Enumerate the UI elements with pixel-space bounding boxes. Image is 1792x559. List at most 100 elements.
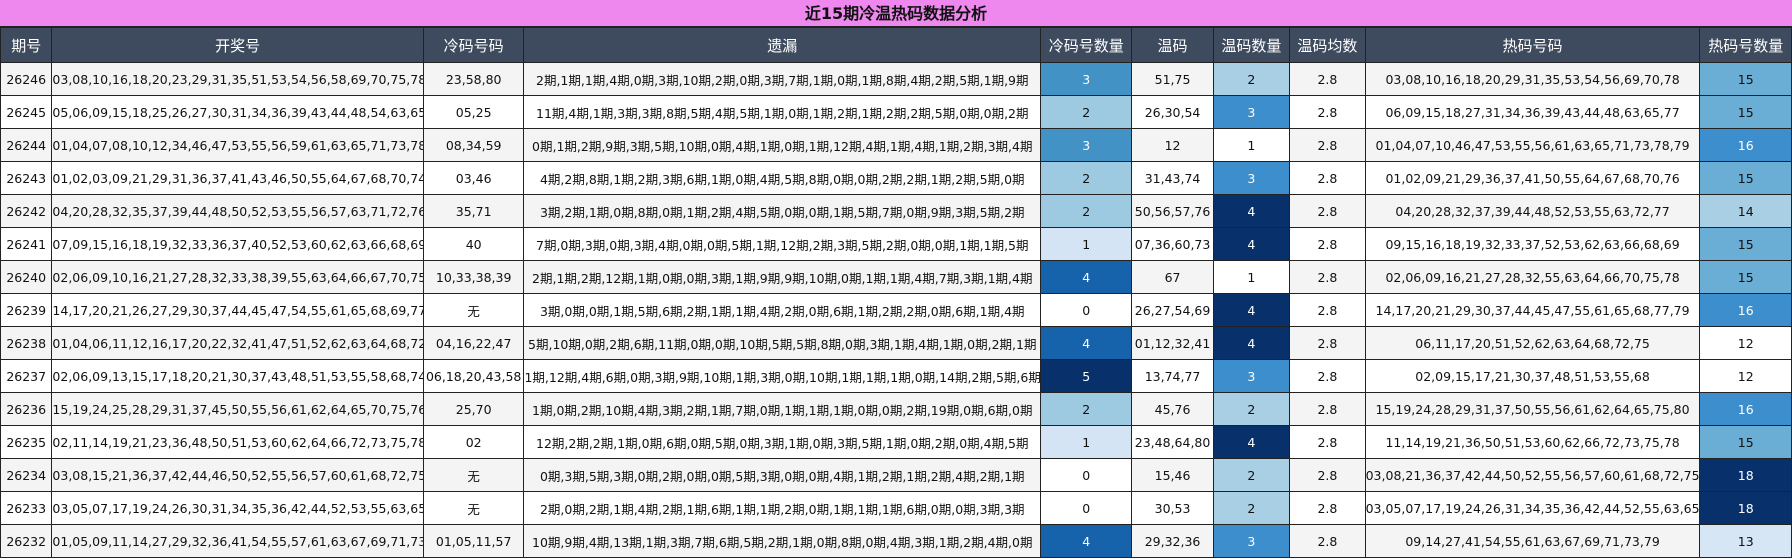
- cell-cold: 10,33,38,39: [422, 260, 525, 294]
- cell-hot: 09,15,16,18,19,32,33,37,52,53,62,63,66,6…: [1364, 227, 1701, 261]
- cell-hot: 03,05,07,17,19,24,26,31,34,35,36,42,44,5…: [1364, 491, 1701, 525]
- cell-miss: 7期,0期,3期,0期,3期,4期,0期,0期,5期,1期,12期,2期,3期,…: [523, 227, 1042, 261]
- cell-cold: 无: [422, 293, 525, 327]
- cell-hot-count: 18: [1699, 491, 1792, 525]
- cell-warm: 50,56,57,76: [1131, 194, 1214, 228]
- cell-warm-avg: 2.8: [1289, 425, 1366, 459]
- cell-warm-avg: 2.8: [1289, 491, 1366, 525]
- cell-miss: 5期,10期,0期,2期,6期,11期,0期,0期,10期,5期,5期,8期,0…: [523, 326, 1042, 360]
- analysis-table: 期号 开奖号 冷码号码 遗漏 冷码号数量 温码 温码数量 温码均数 热码号码 热…: [0, 27, 1792, 558]
- table-row: 26239 14,17,20,21,26,27,29,30,37,44,45,47…: [0, 293, 1792, 327]
- cell-cold: 40: [422, 227, 525, 261]
- cell-warm-avg: 2.8: [1289, 95, 1366, 129]
- cell-cold: 08,34,59: [422, 128, 525, 162]
- cell-cold-count: 5: [1040, 359, 1133, 393]
- cell-period: 26233: [0, 491, 53, 525]
- table-row: 26241 07,09,15,16,18,19,32,33,36,37,40,52…: [0, 227, 1792, 261]
- cell-miss: 12期,2期,2期,1期,0期,6期,0期,5期,0期,3期,1期,0期,3期,…: [523, 425, 1042, 459]
- cell-cold-count: 3: [1040, 62, 1133, 96]
- cell-warm-avg: 2.8: [1289, 458, 1366, 492]
- cell-miss: 10期,9期,4期,13期,1期,3期,7期,6期,5期,2期,1期,0期,8期…: [523, 524, 1042, 558]
- cell-draw: 07,09,15,16,18,19,32,33,36,37,40,52,53,6…: [51, 227, 424, 261]
- cell-warm-avg: 2.8: [1289, 293, 1366, 327]
- cell-draw: 04,20,28,32,35,37,39,44,48,50,52,53,55,5…: [51, 194, 424, 228]
- cell-period: 26238: [0, 326, 53, 360]
- cell-cold-count: 4: [1040, 326, 1133, 360]
- cell-period: 26239: [0, 293, 53, 327]
- cell-hot: 02,06,09,16,21,27,28,32,55,63,64,66,70,7…: [1364, 260, 1701, 294]
- cell-cold-count: 0: [1040, 458, 1133, 492]
- cell-warm-avg: 2.8: [1289, 227, 1366, 261]
- cell-cold: 23,58,80: [422, 62, 525, 96]
- cell-period: 26236: [0, 392, 53, 426]
- cell-warm-count: 4: [1212, 425, 1291, 459]
- cell-draw: 01,02,03,09,21,29,31,36,37,41,43,46,50,5…: [51, 161, 424, 195]
- table-row: 26233 03,05,07,17,19,24,26,30,31,34,35,36…: [0, 491, 1792, 525]
- table-title: 近15期冷温热码数据分析: [0, 0, 1792, 27]
- cell-hot: 04,20,28,32,37,39,44,48,52,53,55,63,72,7…: [1364, 194, 1701, 228]
- table-row: 26236 15,19,24,25,28,29,31,37,45,50,55,56…: [0, 392, 1792, 426]
- cell-draw: 05,06,09,15,18,25,26,27,30,31,34,36,39,4…: [51, 95, 424, 129]
- cell-hot-count: 15: [1699, 62, 1792, 96]
- cell-hot-count: 12: [1699, 359, 1792, 393]
- cell-warm-avg: 2.8: [1289, 392, 1366, 426]
- cell-cold: 35,71: [422, 194, 525, 228]
- cell-warm-count: 3: [1212, 161, 1291, 195]
- cell-cold: 05,25: [422, 95, 525, 129]
- cell-miss: 0期,1期,2期,9期,3期,5期,10期,0期,4期,1期,0期,1期,12期…: [523, 128, 1042, 162]
- table-row: 26237 02,06,09,13,15,17,18,20,21,30,37,43…: [0, 359, 1792, 393]
- cell-warm-count: 2: [1212, 62, 1291, 96]
- cell-warm-avg: 2.8: [1289, 359, 1366, 393]
- cell-warm-avg: 2.8: [1289, 194, 1366, 228]
- cell-draw: 01,05,09,11,14,27,29,32,36,41,54,55,57,6…: [51, 524, 424, 558]
- cell-warm-count: 4: [1212, 293, 1291, 327]
- table-row: 26238 01,04,06,11,12,16,17,20,22,32,41,47…: [0, 326, 1792, 360]
- table-row: 26232 01,05,09,11,14,27,29,32,36,41,54,55…: [0, 524, 1792, 558]
- cell-warm-count: 3: [1212, 95, 1291, 129]
- header-period: 期号: [0, 27, 53, 63]
- cell-warm-avg: 2.8: [1289, 62, 1366, 96]
- cell-hot: 03,08,21,36,37,42,44,50,52,55,56,57,60,6…: [1364, 458, 1701, 492]
- cell-hot: 06,11,17,20,51,52,62,63,64,68,72,75: [1364, 326, 1701, 360]
- cell-period: 26246: [0, 62, 53, 96]
- cell-hot: 01,04,07,10,46,47,53,55,56,61,63,65,71,7…: [1364, 128, 1701, 162]
- cell-miss: 3期,2期,1期,0期,8期,0期,1期,2期,4期,5期,0期,0期,1期,5…: [523, 194, 1042, 228]
- cell-hot: 03,08,10,16,18,20,29,31,35,53,54,56,69,7…: [1364, 62, 1701, 96]
- cell-draw: 14,17,20,21,26,27,29,30,37,44,45,47,54,5…: [51, 293, 424, 327]
- cell-hot: 02,09,15,17,21,30,37,48,51,53,55,68: [1364, 359, 1701, 393]
- cell-cold-count: 2: [1040, 194, 1133, 228]
- cell-miss: 11期,4期,1期,3期,3期,8期,5期,4期,5期,1期,0期,1期,2期,…: [523, 95, 1042, 129]
- cell-warm: 51,75: [1131, 62, 1214, 96]
- table-row: 26246 03,08,10,16,18,20,23,29,31,35,51,53…: [0, 62, 1792, 96]
- cell-period: 26244: [0, 128, 53, 162]
- cell-warm-count: 1: [1212, 260, 1291, 294]
- cell-period: 26237: [0, 359, 53, 393]
- cell-warm-count: 2: [1212, 458, 1291, 492]
- cell-cold: 04,16,22,47: [422, 326, 525, 360]
- cell-hot: 14,17,20,21,29,30,37,44,45,47,55,61,65,6…: [1364, 293, 1701, 327]
- cell-hot-count: 15: [1699, 227, 1792, 261]
- cell-warm-count: 3: [1212, 524, 1291, 558]
- cell-hot: 09,14,27,41,54,55,61,63,67,69,71,73,79: [1364, 524, 1701, 558]
- header-row: 期号 开奖号 冷码号码 遗漏 冷码号数量 温码 温码数量 温码均数 热码号码 热…: [0, 27, 1792, 63]
- cell-hot-count: 12: [1699, 326, 1792, 360]
- cell-draw: 03,08,15,21,36,37,42,44,46,50,52,55,56,5…: [51, 458, 424, 492]
- cell-hot-count: 18: [1699, 458, 1792, 492]
- cell-cold-count: 4: [1040, 260, 1133, 294]
- cell-miss: 2期,0期,2期,1期,4期,2期,1期,6期,1期,1期,2期,0期,1期,1…: [523, 491, 1042, 525]
- cell-period: 26243: [0, 161, 53, 195]
- cell-hot-count: 13: [1699, 524, 1792, 558]
- cell-warm: 26,27,54,69: [1131, 293, 1214, 327]
- cell-draw: 03,08,10,16,18,20,23,29,31,35,51,53,54,5…: [51, 62, 424, 96]
- cell-cold: 25,70: [422, 392, 525, 426]
- cell-warm-count: 4: [1212, 227, 1291, 261]
- cell-hot: 01,02,09,21,29,36,37,41,50,55,64,67,68,7…: [1364, 161, 1701, 195]
- cell-warm: 13,74,77: [1131, 359, 1214, 393]
- table-row: 26242 04,20,28,32,35,37,39,44,48,50,52,53…: [0, 194, 1792, 228]
- cell-warm-count: 4: [1212, 326, 1291, 360]
- cell-cold-count: 0: [1040, 293, 1133, 327]
- cell-draw: 02,06,09,13,15,17,18,20,21,30,37,43,48,5…: [51, 359, 424, 393]
- cell-warm: 23,48,64,80: [1131, 425, 1214, 459]
- cell-period: 26234: [0, 458, 53, 492]
- cell-hot: 15,19,24,28,29,31,37,50,55,56,61,62,64,6…: [1364, 392, 1701, 426]
